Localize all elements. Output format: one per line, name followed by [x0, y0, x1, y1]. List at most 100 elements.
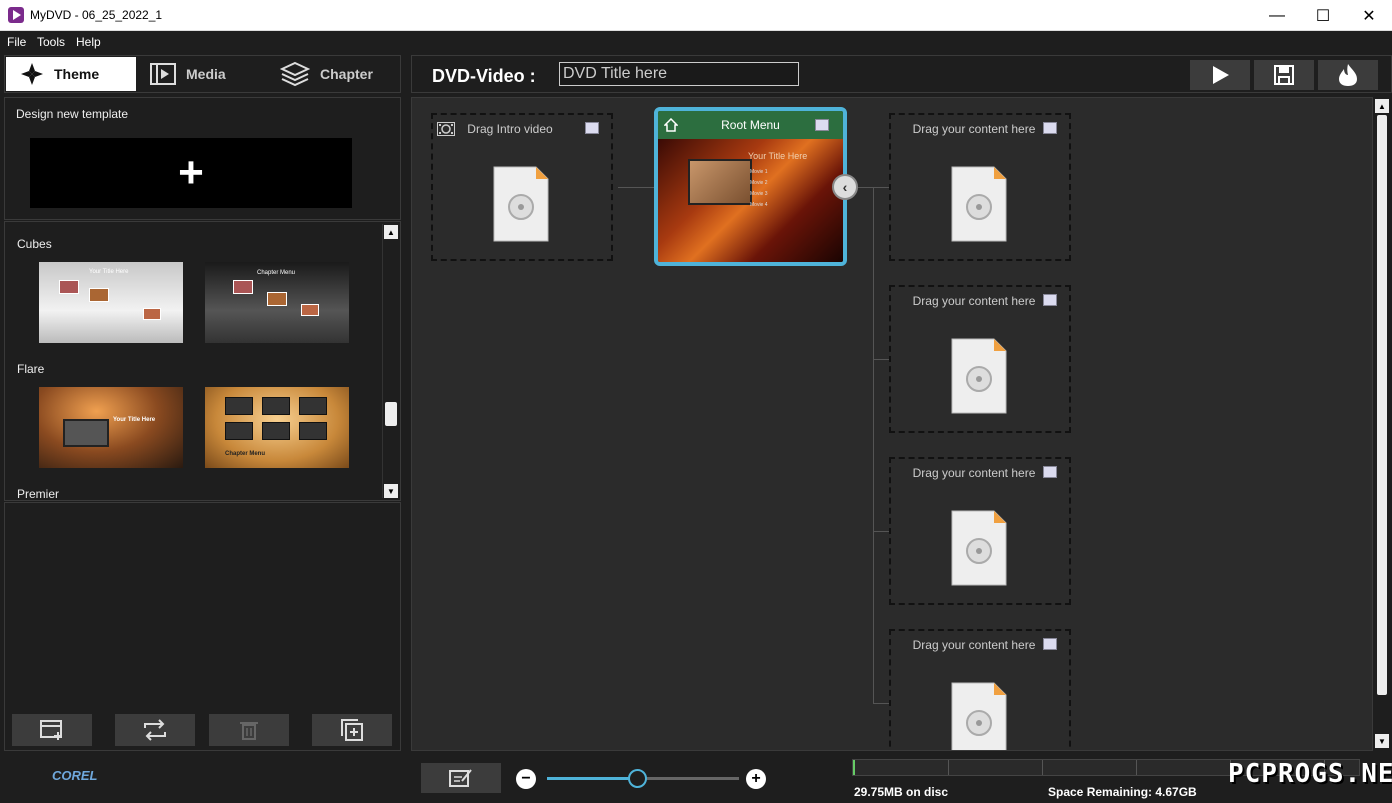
- zoom-in-button[interactable]: +: [746, 769, 766, 789]
- menu-bar: File Tools Help: [0, 31, 1392, 53]
- play-button[interactable]: [1190, 60, 1250, 90]
- video-file-icon: [493, 166, 549, 242]
- burn-button[interactable]: [1318, 60, 1378, 90]
- root-menu-item: Movie 2: [750, 180, 768, 186]
- tab-chapter[interactable]: Chapter: [280, 57, 390, 91]
- video-file-icon: [951, 510, 1007, 586]
- theme-thumb-flare-2[interactable]: Chapter Menu: [205, 387, 349, 468]
- intro-video-slot[interactable]: Drag Intro video: [431, 113, 613, 261]
- list-icon[interactable]: [1043, 294, 1057, 306]
- menu-structure-canvas: Drag Intro video Root Menu Your Title He…: [411, 97, 1373, 751]
- dvd-title-field[interactable]: DVD Title here: [559, 62, 799, 86]
- delete-button[interactable]: [209, 714, 289, 746]
- root-menu-item: Movie 1: [750, 169, 768, 175]
- theme-category-premier: Premier: [17, 487, 60, 501]
- tab-theme[interactable]: Theme: [6, 57, 136, 91]
- theme-list-scrollbar[interactable]: ▲ ▼: [382, 224, 398, 498]
- theme-thumb-flare-1[interactable]: Your Title Here: [39, 387, 183, 468]
- content-slot[interactable]: Drag your content here: [889, 457, 1071, 605]
- dvd-type-label: DVD-Video :: [432, 66, 536, 86]
- duplicate-icon: [341, 719, 363, 741]
- tab-chapter-label: Chapter: [320, 66, 373, 82]
- collapse-chevron-icon[interactable]: ‹: [832, 174, 858, 200]
- root-menu-node[interactable]: Root Menu Your Title Here Movie 1 Movie …: [654, 107, 847, 266]
- canvas-scrollbar[interactable]: ▲ ▼: [1374, 97, 1390, 751]
- scroll-down-arrow-icon[interactable]: ▼: [384, 484, 398, 498]
- scroll-up-arrow-icon[interactable]: ▲: [384, 225, 398, 239]
- theme-thumb-cubes-2[interactable]: Chapter Menu: [205, 262, 349, 343]
- edit-notes-button[interactable]: [421, 763, 501, 793]
- menu-file[interactable]: File: [7, 35, 26, 49]
- title-bar: MyDVD - 06_25_2022_1 — ☐ ✕: [0, 0, 1392, 31]
- scroll-thumb[interactable]: [385, 402, 397, 426]
- content-slot[interactable]: Drag your content here: [889, 285, 1071, 433]
- layers-icon: [280, 61, 310, 87]
- swap-button[interactable]: [115, 714, 195, 746]
- add-template-button[interactable]: [12, 714, 92, 746]
- disc-used-text: 29.75MB on disc: [854, 785, 949, 799]
- theme-thumb-text: Chapter Menu: [225, 451, 266, 457]
- swap-icon: [144, 719, 166, 741]
- scroll-up-arrow-icon[interactable]: ▲: [1375, 99, 1389, 113]
- edit-icon: [449, 769, 472, 787]
- zoom-fill: [547, 777, 638, 780]
- theme-thumb-text: Your Title Here: [113, 417, 156, 423]
- home-icon: [664, 118, 678, 132]
- media-icon: [150, 63, 176, 85]
- tab-media-label: Media: [186, 66, 226, 82]
- video-file-icon: [951, 166, 1007, 242]
- content-slot[interactable]: Drag your content here: [889, 629, 1071, 750]
- connector-line: [873, 703, 890, 704]
- content-slot-label: Drag your content here: [912, 294, 1036, 308]
- zoom-slider-knob[interactable]: [627, 769, 647, 788]
- save-button[interactable]: [1254, 60, 1314, 90]
- list-icon[interactable]: [815, 119, 829, 131]
- delete-icon: [240, 722, 258, 740]
- list-icon[interactable]: [1043, 122, 1057, 134]
- add-template-icon: [40, 720, 62, 740]
- window-title: MyDVD - 06_25_2022_1: [30, 8, 163, 22]
- connector-line: [873, 531, 890, 532]
- video-file-icon: [951, 682, 1007, 750]
- intro-slot-label: Drag Intro video: [467, 122, 553, 136]
- content-slot-label: Drag your content here: [912, 466, 1036, 480]
- scroll-thumb[interactable]: [1377, 115, 1387, 695]
- corel-logo-text: COREL: [52, 768, 98, 783]
- root-menu-item: Movie 3: [750, 191, 768, 197]
- zoom-out-button[interactable]: −: [516, 769, 536, 789]
- app-icon: [8, 7, 24, 23]
- duplicate-button[interactable]: [312, 714, 392, 746]
- design-template-label: Design new template: [16, 107, 129, 121]
- menu-tools[interactable]: Tools: [37, 35, 65, 49]
- menu-help[interactable]: Help: [76, 35, 101, 49]
- list-icon[interactable]: [1043, 466, 1057, 478]
- burn-icon: [1339, 64, 1357, 86]
- connector-line: [873, 359, 890, 360]
- tab-media[interactable]: Media: [150, 57, 250, 91]
- save-icon: [1274, 65, 1294, 85]
- theme-list: Cubes Your Title Here Chapter Menu Flare…: [4, 221, 401, 501]
- video-file-icon: [951, 338, 1007, 414]
- scroll-down-arrow-icon[interactable]: ▼: [1375, 734, 1389, 748]
- root-menu-header: Root Menu: [658, 111, 843, 139]
- content-slot[interactable]: Drag your content here: [889, 113, 1071, 261]
- play-icon: [1213, 66, 1229, 84]
- minimize-button[interactable]: —: [1254, 0, 1300, 31]
- list-icon[interactable]: [1043, 638, 1057, 650]
- maximize-button[interactable]: ☐: [1300, 0, 1346, 31]
- content-slot-label: Drag your content here: [912, 638, 1036, 652]
- root-menu-label: Root Menu: [721, 118, 780, 132]
- design-template-panel: Design new template +: [4, 97, 401, 220]
- list-icon[interactable]: [585, 122, 599, 134]
- theme-thumb-cubes-1[interactable]: Your Title Here: [39, 262, 183, 343]
- space-remaining-text: Space Remaining: 4.67GB: [1048, 785, 1197, 799]
- root-menu-title-text: Your Title Here: [748, 151, 808, 161]
- status-bar: − + 29.75MB on disc Space Remaining: 4.6…: [411, 755, 1392, 803]
- new-template-button[interactable]: +: [30, 138, 352, 208]
- close-button[interactable]: ✕: [1346, 0, 1392, 31]
- theme-thumb-text: Chapter Menu: [257, 270, 296, 276]
- connector-line: [873, 187, 874, 703]
- left-tab-bar: Theme Media Chapter: [4, 55, 401, 93]
- theme-category-cubes: Cubes: [17, 237, 52, 251]
- tab-theme-label: Theme: [54, 66, 100, 82]
